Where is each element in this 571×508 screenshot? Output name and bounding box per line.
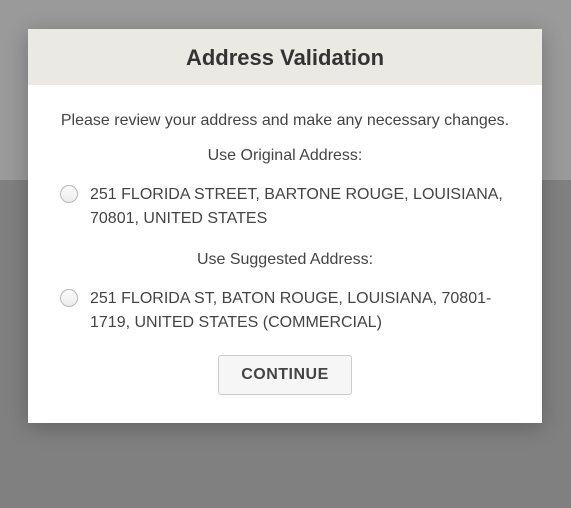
button-row: CONTINUE [52, 355, 518, 395]
original-address-option[interactable]: 251 FLORIDA STREET, BARTONE ROUGE, LOUIS… [52, 183, 518, 231]
original-address-label: Use Original Address: [52, 147, 518, 165]
modal-title: Address Validation [38, 45, 532, 71]
continue-button[interactable]: CONTINUE [218, 355, 352, 395]
address-validation-modal: Address Validation Please review your ad… [28, 29, 542, 423]
original-address-text[interactable]: 251 FLORIDA STREET, BARTONE ROUGE, LOUIS… [90, 183, 518, 231]
modal-header: Address Validation [28, 29, 542, 85]
radio-suggested-icon[interactable] [60, 289, 78, 307]
suggested-address-label: Use Suggested Address: [52, 251, 518, 269]
suggested-address-option[interactable]: 251 FLORIDA ST, BATON ROUGE, LOUISIANA, … [52, 287, 518, 335]
modal-body: Please review your address and make any … [28, 85, 542, 423]
suggested-address-text[interactable]: 251 FLORIDA ST, BATON ROUGE, LOUISIANA, … [90, 287, 518, 335]
radio-original-icon[interactable] [60, 185, 78, 203]
instruction-text: Please review your address and make any … [52, 109, 518, 133]
